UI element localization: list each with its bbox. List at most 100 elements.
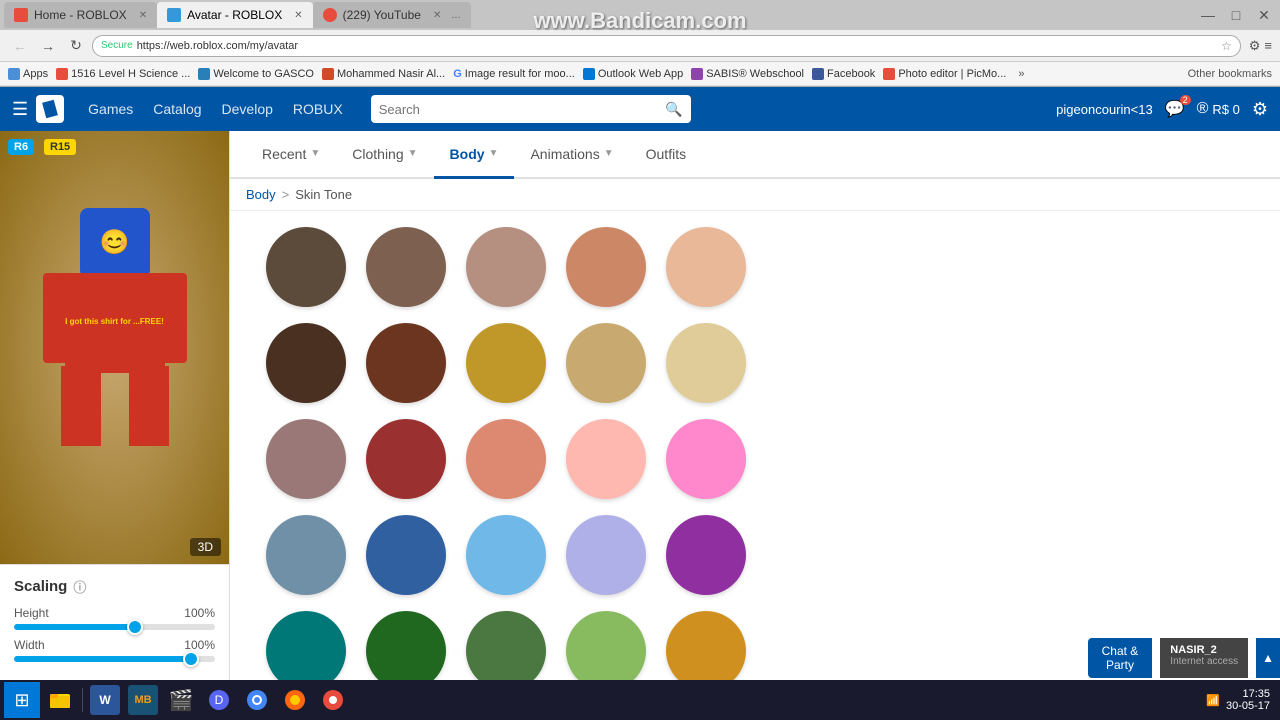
cat-clothing-chevron: ▼: [408, 148, 418, 159]
cat-animations[interactable]: Animations ▼: [514, 131, 629, 179]
hamburger-menu-btn[interactable]: ☰: [12, 99, 28, 120]
science-favicon: [56, 68, 68, 80]
color-circle-3-3[interactable]: [566, 515, 646, 595]
close-btn[interactable]: ✕: [1252, 3, 1276, 27]
bookmark-science[interactable]: 1516 Level H Science ...: [56, 68, 190, 80]
robux-display[interactable]: ® R$ 0: [1197, 100, 1240, 118]
tab-home[interactable]: Home - ROBLOX ✕: [4, 2, 157, 28]
avatar-body: I got this shirt for ...FREE!: [65, 273, 165, 373]
username-display: pigeoncourin<13: [1056, 102, 1153, 117]
color-circle-2-0[interactable]: [266, 419, 346, 499]
bookmark-gasco[interactable]: Welcome to GASCO: [198, 68, 314, 80]
color-circle-1-4[interactable]: [666, 323, 746, 403]
color-circle-4-3[interactable]: [566, 611, 646, 691]
color-circle-4-0[interactable]: [266, 611, 346, 691]
back-btn[interactable]: ←: [8, 34, 32, 58]
height-slider[interactable]: [14, 624, 215, 630]
color-circle-2-2[interactable]: [466, 419, 546, 499]
r15-badge[interactable]: R15: [44, 139, 76, 155]
tab-home-close[interactable]: ✕: [139, 10, 147, 21]
color-circle-1-1[interactable]: [366, 323, 446, 403]
roblox-logo[interactable]: [36, 95, 64, 123]
bookmark-google[interactable]: G Image result for moo...: [453, 68, 575, 80]
color-circle-0-2[interactable]: [466, 227, 546, 307]
tab-youtube-close[interactable]: ✕: [433, 10, 441, 21]
chat-badge: 2: [1180, 95, 1191, 105]
taskbar-word-btn[interactable]: W: [87, 682, 123, 718]
nav-games[interactable]: Games: [80, 97, 141, 121]
cat-recent[interactable]: Recent ▼: [246, 131, 336, 179]
color-circle-0-1[interactable]: [366, 227, 446, 307]
color-circle-0-0[interactable]: [266, 227, 346, 307]
bookmark-365[interactable]: Mohammed Nasir Al...: [322, 68, 445, 80]
color-circle-2-1[interactable]: [366, 419, 446, 499]
width-slider[interactable]: [14, 656, 215, 662]
start-btn[interactable]: ⊞: [4, 682, 40, 718]
color-circle-1-3[interactable]: [566, 323, 646, 403]
taskbar: ⊞ W MB 🎬 D 📶 17:35 30-05-17: [0, 680, 1280, 720]
tab-youtube[interactable]: (229) YouTube ✕ ...: [313, 2, 471, 28]
cat-outfits[interactable]: Outfits: [630, 131, 702, 179]
taskbar-app4-btn[interactable]: D: [201, 682, 237, 718]
bookmark-sabis[interactable]: SABIS® Webschool: [691, 68, 804, 80]
width-slider-thumb[interactable]: [183, 651, 199, 667]
address-text: https://web.roblox.com/my/avatar: [137, 40, 1217, 52]
color-circle-4-2[interactable]: [466, 611, 546, 691]
tab-bar: Home - ROBLOX ✕ Avatar - ROBLOX ✕ (229) …: [0, 0, 1280, 30]
bookmarks-more-btn[interactable]: »: [1018, 68, 1024, 80]
reload-btn[interactable]: ↻: [64, 34, 88, 58]
forward-btn[interactable]: →: [36, 34, 60, 58]
color-circle-3-2[interactable]: [466, 515, 546, 595]
nav-develop[interactable]: Develop: [214, 97, 281, 121]
color-circle-1-0[interactable]: [266, 323, 346, 403]
taskbar-file-explorer[interactable]: [42, 682, 78, 718]
breadcrumb-parent[interactable]: Body: [246, 187, 276, 202]
chat-expand-btn[interactable]: ▲: [1256, 638, 1280, 678]
tab-avatar-close[interactable]: ✕: [294, 10, 302, 21]
color-circle-4-4[interactable]: [666, 611, 746, 691]
nav-robux[interactable]: ROBUX: [285, 97, 351, 121]
chat-notifications-btn[interactable]: 💬 2: [1165, 99, 1185, 119]
chat-party-btn[interactable]: Chat & Party: [1088, 638, 1153, 678]
minimize-btn[interactable]: —: [1196, 3, 1220, 27]
bookmark-sabis-label: SABIS® Webschool: [706, 68, 804, 80]
color-circle-3-0[interactable]: [266, 515, 346, 595]
color-circle-3-1[interactable]: [366, 515, 446, 595]
picmon-favicon: [883, 68, 895, 80]
cat-clothing[interactable]: Clothing ▼: [336, 131, 433, 179]
bookmark-outlook[interactable]: Outlook Web App: [583, 68, 683, 80]
taskbar-app7-btn[interactable]: [315, 682, 351, 718]
address-bar[interactable]: Secure https://web.roblox.com/my/avatar …: [92, 35, 1241, 57]
extensions-btn[interactable]: ⚙: [1249, 38, 1261, 54]
color-circle-2-4[interactable]: [666, 419, 746, 499]
color-circle-4-1[interactable]: [366, 611, 446, 691]
search-input[interactable]: [379, 102, 660, 117]
cat-recent-chevron: ▼: [310, 148, 320, 159]
bookmark-facebook[interactable]: Facebook: [812, 68, 875, 80]
settings-btn[interactable]: ⚙: [1252, 99, 1268, 120]
restore-btn[interactable]: □: [1224, 3, 1248, 27]
svg-text:D: D: [215, 693, 224, 707]
taskbar-firefox-btn[interactable]: [277, 682, 313, 718]
bookmark-picmon[interactable]: Photo editor | PicMo...: [883, 68, 1006, 80]
cat-body[interactable]: Body ▼: [434, 131, 515, 179]
taskbar-chrome-btn[interactable]: [239, 682, 275, 718]
bookmark-star-icon[interactable]: ☆: [1221, 39, 1232, 53]
color-circle-2-3[interactable]: [566, 419, 646, 499]
color-circle-1-2[interactable]: [466, 323, 546, 403]
nav-catalog[interactable]: Catalog: [145, 97, 209, 121]
bookmark-apps[interactable]: Apps: [8, 68, 48, 80]
taskbar-mb-btn[interactable]: MB: [125, 682, 161, 718]
menu-btn[interactable]: ≡: [1264, 38, 1272, 54]
color-circle-0-4[interactable]: [666, 227, 746, 307]
avatar-preview: R6 R15 😊 I got this shirt for ...FREE!: [0, 131, 229, 564]
color-circle-0-3[interactable]: [566, 227, 646, 307]
height-slider-thumb[interactable]: [127, 619, 143, 635]
r6-badge[interactable]: R6: [8, 139, 34, 155]
color-circle-3-4[interactable]: [666, 515, 746, 595]
bookmarks-bar: Apps 1516 Level H Science ... Welcome to…: [0, 62, 1280, 86]
tab-avatar[interactable]: Avatar - ROBLOX ✕: [157, 2, 313, 28]
scaling-info-icon[interactable]: ⓘ: [73, 577, 86, 596]
taskbar-vlc-btn[interactable]: 🎬: [163, 682, 199, 718]
search-bar[interactable]: 🔍: [371, 95, 691, 123]
